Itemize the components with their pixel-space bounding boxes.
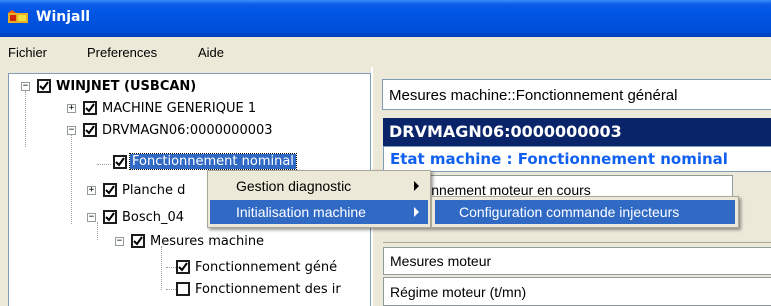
menu-item-initialisation-machine[interactable]: Initialisation machine [210, 200, 428, 224]
section-mesures-moteur: Mesures moteur [383, 247, 771, 275]
checkbox-icon[interactable] [37, 79, 51, 93]
tree-label-bosch: Bosch_04 [122, 210, 185, 225]
menu-item-label: Initialisation machine [236, 204, 366, 220]
tree-label-fonctionnement-general: Fonctionnement géné [195, 260, 338, 275]
tree-label-root: WINJNET (USBCAN) [56, 79, 197, 94]
menu-bar: Fichier Preferences Aide [0, 37, 771, 67]
tree-row-fonctionnement-des[interactable]: Fonctionnement des ir [9, 280, 369, 300]
separator [383, 242, 771, 243]
submenu: Configuration commande injecteurs [431, 196, 739, 228]
tree-label-machine-generique: MACHINE GENERIQUE 1 [102, 101, 257, 116]
collapse-icon[interactable]: − [67, 126, 76, 135]
machine-state: Etat machine : Fonctionnement nominal [383, 146, 771, 172]
checkbox-icon[interactable] [176, 260, 190, 274]
tree-label-planche: Planche d [122, 183, 186, 198]
menu-aide[interactable]: Aide [198, 45, 224, 60]
expand-icon[interactable]: + [87, 186, 96, 195]
device-title-bar: DRVMAGN06:0000000003 [383, 118, 771, 146]
checkbox-icon[interactable] [103, 183, 117, 197]
checkbox-icon[interactable] [113, 155, 127, 169]
menu-fichier[interactable]: Fichier [8, 45, 47, 60]
collapse-icon[interactable]: − [21, 82, 30, 91]
collapse-icon[interactable]: − [115, 237, 124, 246]
checkbox-icon[interactable] [131, 234, 145, 248]
menu-item-label: Gestion diagnostic [236, 178, 352, 194]
context-menu: Gestion diagnostic Initialisation machin… [207, 170, 431, 228]
submenu-arrow-icon [414, 207, 419, 217]
tree-label-drvmagn: DRVMAGN06:0000000003 [102, 123, 273, 138]
tree-row-root[interactable]: − WINJNET (USBCAN) [9, 77, 369, 97]
tree-row-machine-generique[interactable]: + MACHINE GENERIQUE 1 [9, 99, 369, 119]
winjall-app-icon [8, 10, 28, 23]
tree-label-mesures-machine: Mesures machine [150, 234, 265, 249]
menu-item-label: Configuration commande injecteurs [459, 204, 680, 220]
expand-icon[interactable]: + [67, 104, 76, 113]
menu-item-configuration-commande-injecteurs[interactable]: Configuration commande injecteurs [435, 200, 735, 224]
details-header: Mesures machine::Fonctionnement général [382, 79, 771, 110]
tree-label-fonctionnement-des: Fonctionnement des ir [195, 282, 341, 297]
tree-row-drvmagn[interactable]: − DRVMAGN06:0000000003 [9, 121, 369, 141]
submenu-arrow-icon [414, 181, 419, 191]
tree-label-fonctionnement-nominal: Fonctionnement nominal [129, 153, 297, 170]
collapse-icon[interactable]: − [87, 213, 96, 222]
checkbox-icon[interactable] [176, 282, 190, 296]
title-bar[interactable]: Winjall [0, 0, 771, 37]
menu-preferences[interactable]: Preferences [87, 45, 157, 60]
tree-row-fonctionnement-general[interactable]: Fonctionnement géné [9, 258, 369, 278]
checkbox-icon[interactable] [83, 101, 97, 115]
row-regime-moteur: Régime moteur (t/mn) [383, 277, 771, 306]
tree-row-mesures-machine[interactable]: − Mesures machine [9, 232, 369, 252]
details-pane: Mesures machine::Fonctionnement général … [371, 67, 771, 306]
window-title: Winjall [36, 9, 91, 25]
menu-item-gestion-diagnostic[interactable]: Gestion diagnostic [210, 174, 428, 198]
checkbox-icon[interactable] [83, 123, 97, 137]
checkbox-icon[interactable] [103, 210, 117, 224]
